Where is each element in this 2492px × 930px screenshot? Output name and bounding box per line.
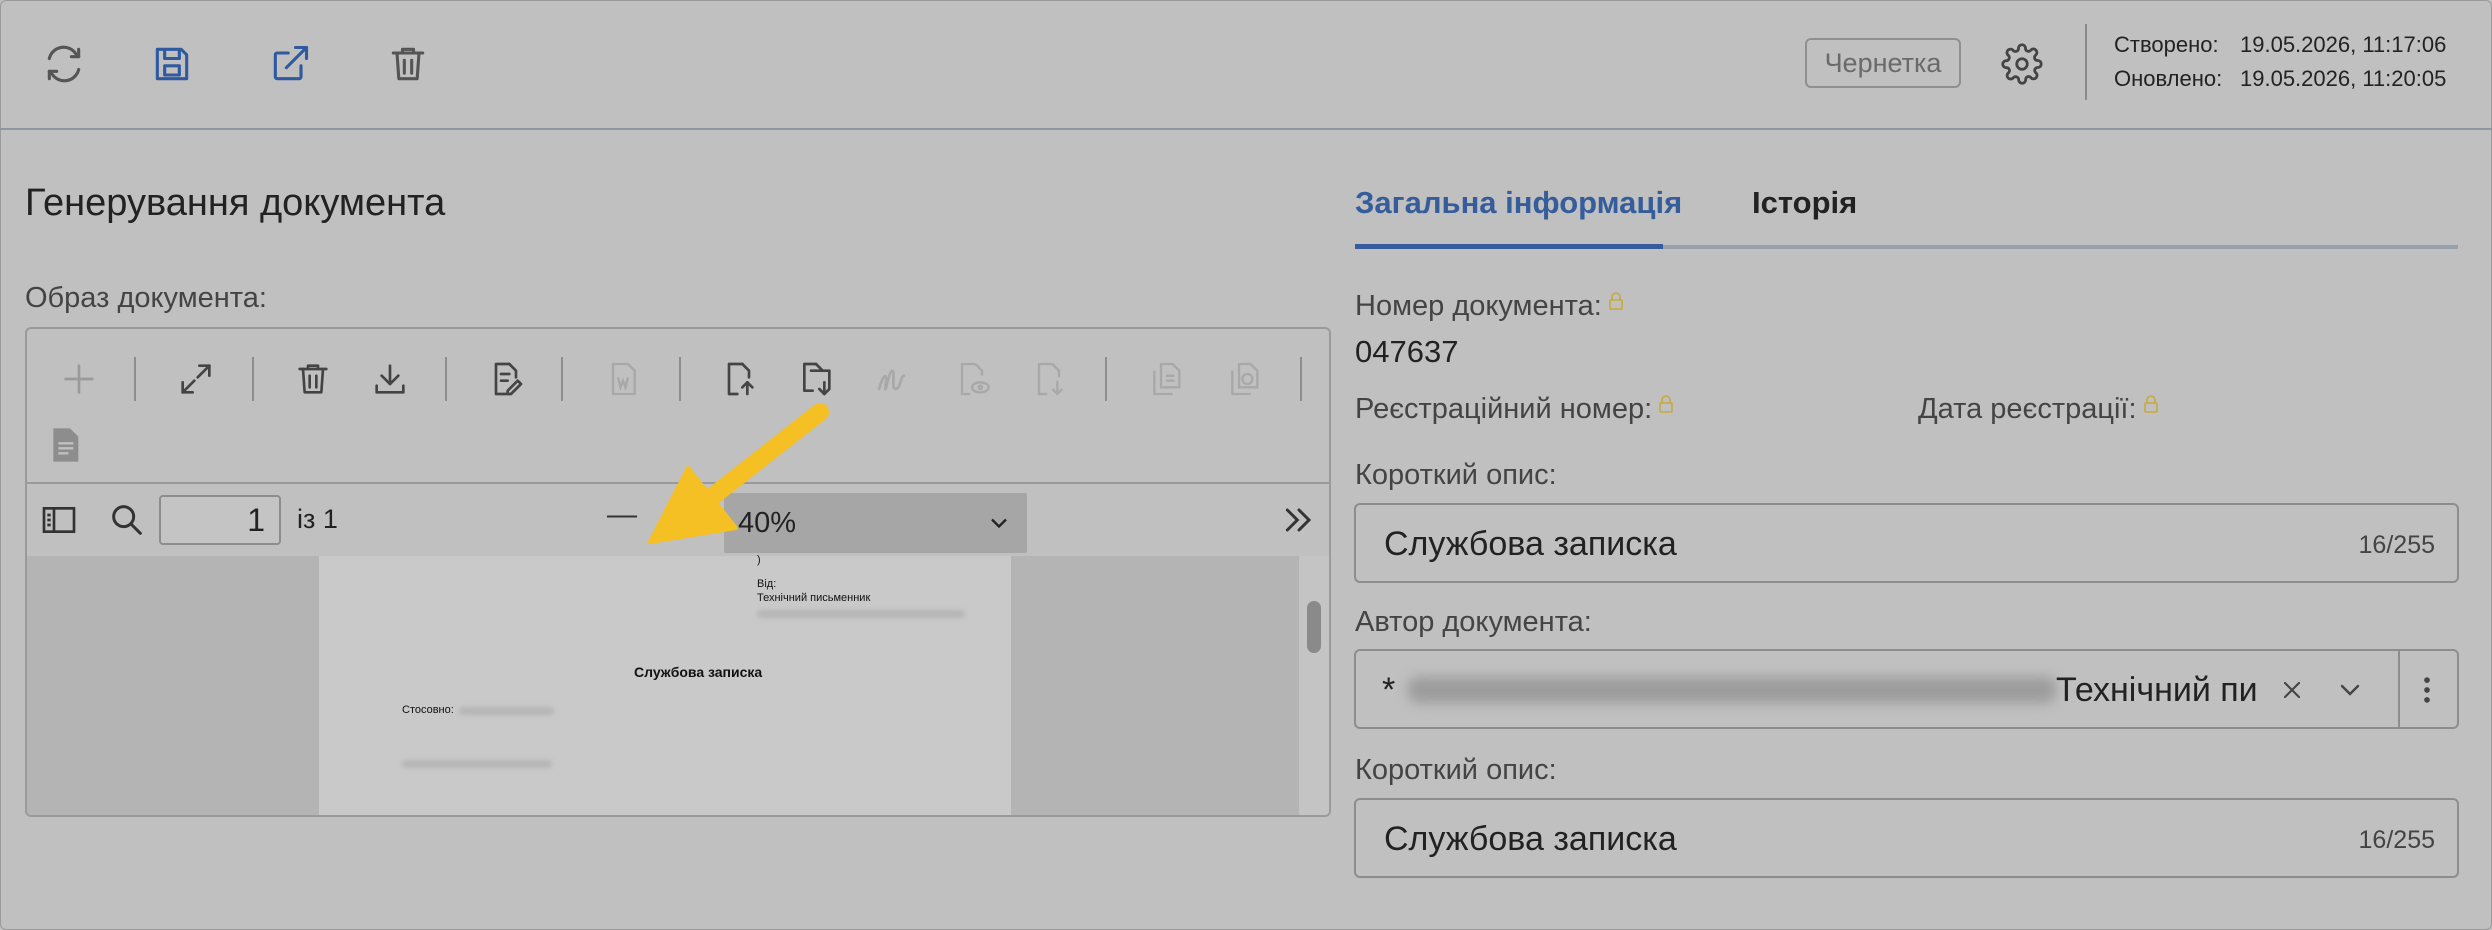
updated-row: Оновлено: 19.05.2026, 11:20:05 [2114,66,2446,92]
short-desc-2-value: Службова записка [1384,820,1677,858]
short-desc-2-label: Короткий опис: [1355,754,1557,786]
field-divider [2398,651,2400,727]
search-icon[interactable] [105,498,149,542]
updated-value: 19.05.2026, 11:20:05 [2240,66,2447,91]
copy-document-icon [1144,357,1188,401]
annotation-arrow-icon [648,403,829,544]
vertical-scrollbar[interactable] [1299,556,1329,815]
tab-history[interactable]: Історія [1752,185,1857,221]
author-value: Технічний пи [2056,671,2258,709]
short-desc-label: Короткий опис: [1355,459,1557,491]
gear-icon[interactable] [1994,36,2050,92]
top-toolbar: Чернетка Створено: 19.05.2026, 11:17:06 О… [0,0,2492,130]
lock-icon [1659,395,1673,413]
page-text-from-label: Від: [757,578,777,590]
sidebar-toggle-icon[interactable] [37,498,81,542]
created-value: 19.05.2026, 11:17:06 [2240,32,2447,57]
plus-icon[interactable] [57,357,101,401]
doc-number-value: 047637 [1355,334,1459,369]
doc-number-label: Номер документа: [1355,290,1602,322]
toolbar-divider [2085,24,2087,100]
trash-icon[interactable] [380,36,436,92]
toolbar-divider [134,357,136,401]
char-counter: 16/255 [2358,826,2435,854]
status-badge[interactable]: Чернетка [1805,38,1961,88]
document-page: ) Від: Технічний письменник Службова зап… [319,554,1011,815]
page-count: із 1 [297,504,338,534]
lock-icon [2143,395,2158,413]
char-counter: 16/255 [2358,531,2435,559]
tab-general-info[interactable]: Загальна інформація [1355,185,1682,221]
redacted-author [1408,677,2056,703]
reg-number-label-row: Реєстраційний номер: [1355,393,1674,426]
toolbar-divider [1300,357,1302,401]
page-text-from-value: Технічний письменник [757,592,871,604]
page-number-input[interactable]: 1 [159,495,281,545]
chevron-down-icon[interactable] [2334,674,2366,706]
toolbar-divider [252,357,254,401]
download-signature-icon [1027,357,1071,401]
page-title: Генерування документа [25,182,446,224]
redacted-text [757,610,965,618]
delete-icon[interactable] [291,357,335,401]
edit-document-icon[interactable] [484,357,528,401]
more-tools-icon[interactable] [1277,498,1321,542]
short-desc-2-input[interactable]: Службова записка 16/255 [1354,798,2459,878]
reg-date-label: Дата реєстрації: [1918,393,2137,425]
more-options-icon[interactable] [2416,673,2438,707]
signature-icon [872,357,916,401]
view-signature-icon [950,357,994,401]
author-select[interactable]: * Технічний пи [1354,649,2459,729]
download-icon[interactable] [368,357,412,401]
external-link-icon[interactable] [262,36,318,92]
document-text-icon[interactable] [43,423,87,467]
document-image-label: Образ документа: [25,282,267,314]
author-prefix: * [1382,671,1396,709]
short-desc-value: Службова записка [1384,525,1677,563]
active-tab-indicator [1355,244,1663,249]
lock-icon [1608,292,1623,310]
clear-icon[interactable] [2278,676,2306,704]
scrollbar-thumb[interactable] [1307,601,1321,653]
expand-icon[interactable] [174,357,218,401]
toolbar-divider [445,357,447,401]
doc-number-label-row: Номер документа: [1355,290,1624,323]
chevron-down-icon [991,518,1007,529]
redacted-text [459,707,554,715]
author-label: Автор документа: [1355,606,1592,638]
short-desc-input[interactable]: Службова записка 16/255 [1354,503,2459,583]
created-label: Створено: [2114,32,2219,57]
document-preview-area: ) Від: Технічний письменник Службова зап… [27,554,1329,815]
save-icon[interactable] [144,36,200,92]
toolbar-divider [561,357,563,401]
reg-number-label: Реєстраційний номер: [1355,393,1653,425]
refresh-icon[interactable] [36,36,92,92]
redacted-text [402,760,552,768]
page-heading: Службова записка [634,664,763,680]
layers-document-icon [1222,357,1266,401]
toolbar-divider [1105,357,1107,401]
created-row: Створено: 19.05.2026, 11:17:06 [2114,32,2446,58]
reg-date-label-row: Дата реєстрації: [1918,393,2159,426]
page-text-regarding: Стосовно: [402,704,454,716]
updated-label: Оновлено: [2114,66,2223,91]
